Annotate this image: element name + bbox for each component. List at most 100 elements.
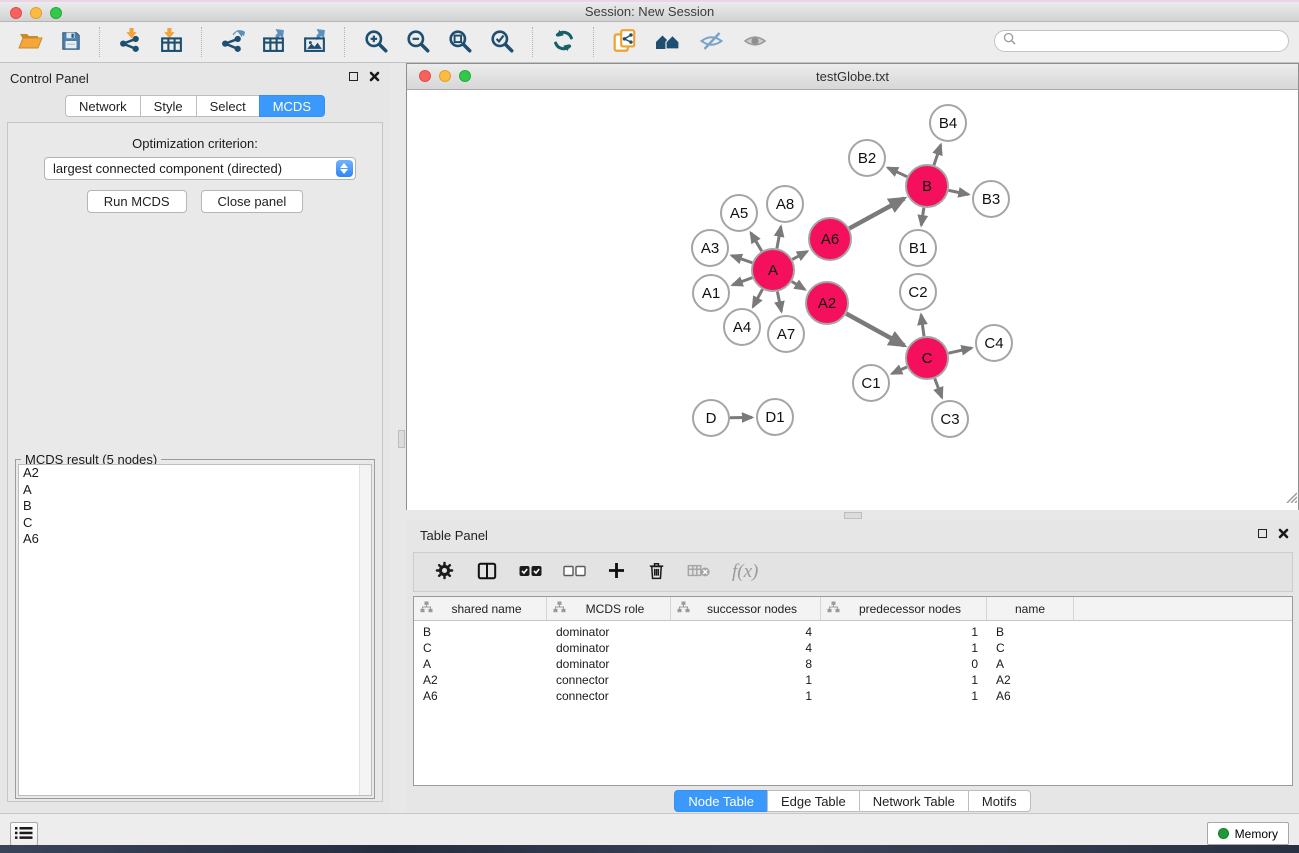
- import-table-button[interactable]: [153, 26, 190, 58]
- mcds-result-item[interactable]: C: [19, 515, 371, 532]
- graph-edge[interactable]: [792, 281, 805, 289]
- graph-node[interactable]: A4: [724, 309, 760, 345]
- show-columns-button[interactable]: [476, 561, 498, 584]
- delete-table-button[interactable]: [687, 563, 711, 582]
- float-panel-icon[interactable]: [349, 72, 358, 81]
- graph-edge[interactable]: [751, 233, 762, 251]
- table-cell[interactable]: C: [414, 640, 547, 656]
- table-cell[interactable]: dominator: [547, 624, 671, 640]
- table-row[interactable]: Bdominator41B: [414, 624, 1292, 640]
- graph-node[interactable]: A2: [806, 282, 848, 324]
- search-input[interactable]: [1021, 33, 1280, 49]
- graph-node[interactable]: C4: [976, 325, 1012, 361]
- column-header-name[interactable]: name: [987, 597, 1074, 620]
- table-cell[interactable]: 0: [821, 656, 987, 672]
- table-row[interactable]: A2connector11A2: [414, 672, 1292, 688]
- graph-edge[interactable]: [934, 145, 941, 165]
- tab-style[interactable]: Style: [140, 95, 197, 117]
- table-cell[interactable]: A6: [987, 688, 1074, 704]
- float-table-panel-icon[interactable]: [1258, 529, 1267, 538]
- table-cell[interactable]: 1: [821, 640, 987, 656]
- graph-node[interactable]: A6: [809, 218, 851, 260]
- column-header-predecessor-nodes[interactable]: predecessor nodes: [821, 597, 987, 620]
- table-cell[interactable]: 4: [671, 640, 821, 656]
- graph-edge[interactable]: [921, 315, 924, 336]
- hide-selected-button[interactable]: [692, 27, 731, 58]
- refresh-view-button[interactable]: [545, 26, 582, 58]
- table-cell[interactable]: A: [414, 656, 547, 672]
- import-network-button[interactable]: [112, 26, 149, 58]
- close-window-button[interactable]: [10, 7, 22, 19]
- network-graph[interactable]: B4B2BB3A8A5A6A3B1AA1C2A2A4A7C4CC1C3DD1: [407, 90, 1298, 510]
- zoom-out-button[interactable]: [399, 26, 437, 59]
- graph-node[interactable]: B3: [973, 181, 1009, 217]
- table-row[interactable]: Adominator80A: [414, 656, 1292, 672]
- select-all-button[interactable]: [519, 565, 542, 580]
- zoom-window-button[interactable]: [50, 7, 62, 19]
- table-cell[interactable]: A6: [414, 688, 547, 704]
- graph-edge[interactable]: [733, 278, 753, 285]
- graph-node[interactable]: C1: [853, 365, 889, 401]
- table-cell[interactable]: B: [987, 624, 1074, 640]
- resize-grip-icon[interactable]: [1283, 489, 1297, 508]
- graph-edge[interactable]: [792, 251, 807, 259]
- table-cell[interactable]: A: [987, 656, 1074, 672]
- minimize-window-button[interactable]: [30, 7, 42, 19]
- tab-select[interactable]: Select: [196, 95, 260, 117]
- table-cell[interactable]: 1: [671, 672, 821, 688]
- criterion-select[interactable]: largest connected component (directed): [44, 157, 356, 180]
- result-scrollbar[interactable]: [359, 465, 371, 795]
- close-panel-button[interactable]: Close panel: [201, 190, 304, 213]
- delete-column-button[interactable]: [647, 560, 666, 584]
- table-cell[interactable]: connector: [547, 688, 671, 704]
- graph-edge[interactable]: [732, 256, 753, 263]
- graph-edge[interactable]: [921, 208, 924, 225]
- table-cell[interactable]: connector: [547, 672, 671, 688]
- graph-node[interactable]: A8: [767, 186, 803, 222]
- function-builder-button[interactable]: f(x): [732, 561, 758, 583]
- close-panel-icon[interactable]: [369, 71, 380, 82]
- graph-node[interactable]: B: [906, 165, 948, 207]
- mcds-result-item[interactable]: A6: [19, 531, 371, 548]
- tab-network-table[interactable]: Network Table: [859, 790, 969, 812]
- graph-node[interactable]: D1: [757, 399, 793, 435]
- table-cell[interactable]: 4: [671, 624, 821, 640]
- tab-node-table[interactable]: Node Table: [674, 790, 768, 812]
- zoom-in-button[interactable]: [357, 26, 395, 59]
- graph-edge[interactable]: [777, 227, 781, 249]
- horizontal-splitter-handle[interactable]: [844, 512, 862, 519]
- table-row[interactable]: A6connector11A6: [414, 688, 1292, 704]
- vertical-splitter-handle[interactable]: [398, 430, 405, 448]
- column-header-shared-name[interactable]: shared name: [414, 597, 547, 620]
- graph-node[interactable]: A7: [768, 316, 804, 352]
- table-cell[interactable]: C: [987, 640, 1074, 656]
- graph-node[interactable]: D: [693, 400, 729, 436]
- column-header-mcds-role[interactable]: MCDS role: [547, 597, 671, 620]
- graph-node[interactable]: B1: [900, 230, 936, 266]
- graph-edge[interactable]: [846, 314, 904, 346]
- new-network-from-selection-button[interactable]: [606, 26, 644, 59]
- graph-node[interactable]: A1: [693, 275, 729, 311]
- graph-edge[interactable]: [892, 367, 907, 374]
- export-table-button[interactable]: [255, 26, 292, 58]
- tab-network[interactable]: Network: [65, 95, 141, 117]
- tab-edge-table[interactable]: Edge Table: [767, 790, 860, 812]
- show-all-button[interactable]: [735, 27, 775, 58]
- mcds-result-list[interactable]: A2ABCA6: [18, 464, 372, 796]
- zoom-fit-button[interactable]: [441, 26, 479, 59]
- zoom-selected-button[interactable]: [483, 26, 521, 59]
- deselect-all-button[interactable]: [563, 565, 586, 580]
- tab-mcds[interactable]: MCDS: [259, 95, 325, 117]
- run-mcds-button[interactable]: Run MCDS: [87, 190, 187, 213]
- tab-motifs[interactable]: Motifs: [968, 790, 1031, 812]
- table-cell[interactable]: dominator: [547, 656, 671, 672]
- mcds-result-item[interactable]: A: [19, 482, 371, 499]
- graph-edge[interactable]: [888, 168, 907, 177]
- show-panels-menu-button[interactable]: [10, 822, 38, 846]
- close-table-panel-icon[interactable]: [1278, 528, 1289, 539]
- graph-node[interactable]: A: [752, 249, 794, 291]
- graph-edge[interactable]: [935, 379, 942, 398]
- save-session-button[interactable]: [54, 28, 88, 57]
- mcds-result-item[interactable]: B: [19, 498, 371, 515]
- network-canvas[interactable]: B4B2BB3A8A5A6A3B1AA1C2A2A4A7C4CC1C3DD1: [407, 90, 1298, 510]
